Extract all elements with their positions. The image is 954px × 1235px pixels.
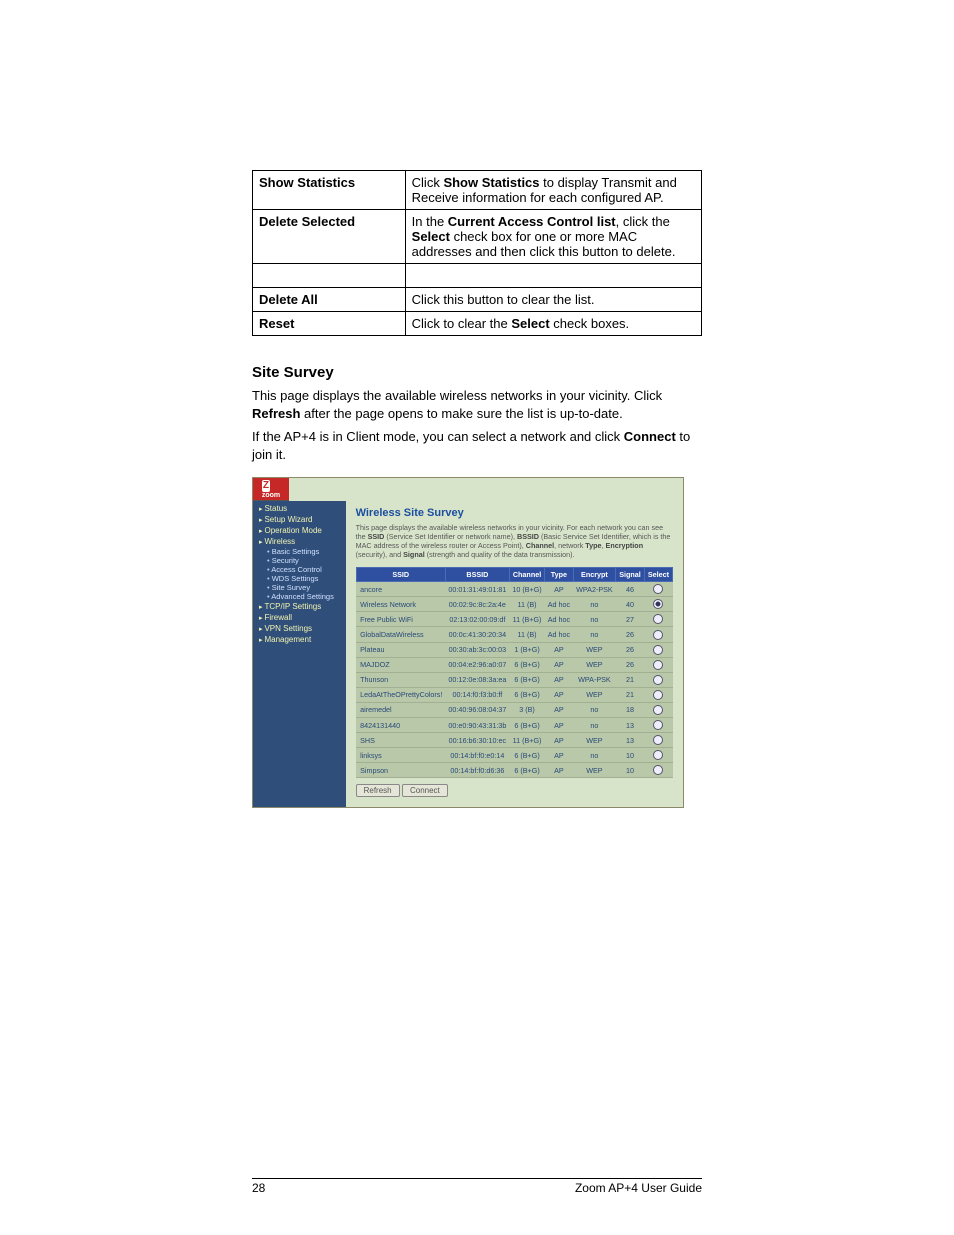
nav-item[interactable]: VPN Settings	[253, 623, 346, 634]
option-description: Click Show Statistics to display Transmi…	[405, 171, 701, 210]
column-header: Channel	[509, 568, 544, 582]
select-radio[interactable]	[644, 733, 672, 748]
options-description-table: Show StatisticsClick Show Statistics to …	[252, 170, 702, 336]
panel-description: This page displays the available wireles…	[356, 523, 673, 559]
network-row: GlobalDataWireless00:0c:41:30:20:3411 (B…	[356, 627, 672, 642]
option-name: Delete Selected	[253, 210, 406, 264]
nav-item[interactable]: Basic Settings	[253, 547, 346, 556]
network-row: linksys00:14:bf:f0:e0:146 (B+G)APno10	[356, 748, 672, 763]
select-radio[interactable]	[644, 748, 672, 763]
column-header: BSSID	[445, 568, 509, 582]
embedded-screenshot: Zzoom StatusSetup WizardOperation ModeWi…	[252, 477, 684, 808]
network-row: ancore00:01:31:49:01:8110 (B+G)APWPA2-PS…	[356, 582, 672, 597]
nav-item[interactable]: Access Control	[253, 565, 346, 574]
select-radio[interactable]	[644, 582, 672, 597]
network-row: Wireless Network00:02:9c:8c:2a:4e11 (B)A…	[356, 597, 672, 612]
select-radio[interactable]	[644, 657, 672, 672]
network-row: Plateau00:30:ab:3c:00:031 (B+G)APWEP26	[356, 642, 672, 657]
select-radio[interactable]	[644, 687, 672, 702]
nav-item[interactable]: Site Survey	[253, 583, 346, 592]
column-header: Signal	[616, 568, 645, 582]
option-name: Delete All	[253, 288, 406, 312]
select-radio[interactable]	[644, 642, 672, 657]
nav-item[interactable]: Operation Mode	[253, 525, 346, 536]
column-header: Encrypt	[573, 568, 616, 582]
footer-title: Zoom AP+4 User Guide	[575, 1181, 702, 1195]
option-description: In the Current Access Control list, clic…	[405, 210, 701, 264]
nav-item[interactable]: Wireless	[253, 536, 346, 547]
nav-item[interactable]: Setup Wizard	[253, 514, 346, 525]
nav-item[interactable]: Security	[253, 556, 346, 565]
column-header: Type	[545, 568, 573, 582]
section-heading-site-survey: Site Survey	[252, 364, 702, 381]
page-footer: 28 Zoom AP+4 User Guide	[252, 1178, 702, 1195]
nav-item[interactable]: WDS Settings	[253, 574, 346, 583]
select-radio[interactable]	[644, 627, 672, 642]
site-survey-results-table: SSIDBSSIDChannelTypeEncryptSignalSelect …	[356, 567, 673, 778]
panel-title: Wireless Site Survey	[356, 507, 673, 519]
nav-item[interactable]: Firewall	[253, 612, 346, 623]
sidebar-nav[interactable]: StatusSetup WizardOperation ModeWireless…	[253, 501, 346, 807]
network-row: airemedel00:40:96:08:04:373 (B)APno18	[356, 702, 672, 717]
nav-item[interactable]: TCP/IP Settings	[253, 601, 346, 612]
select-radio[interactable]	[644, 718, 672, 733]
option-name: Show Statistics	[253, 171, 406, 210]
select-radio[interactable]	[644, 612, 672, 627]
zoom-logo: Zzoom	[253, 478, 289, 501]
nav-item[interactable]: Management	[253, 634, 346, 645]
column-header: Select	[644, 568, 672, 582]
site-survey-paragraph-2: If the AP+4 is in Client mode, you can s…	[252, 428, 702, 463]
select-radio[interactable]	[644, 763, 672, 778]
site-survey-paragraph-1: This page displays the available wireles…	[252, 387, 702, 422]
page-number: 28	[252, 1181, 265, 1195]
option-name: Reset	[253, 312, 406, 336]
network-row: 842413144000:e0:90:43:31:3b6 (B+G)APno13	[356, 718, 672, 733]
network-row: Thunson00:12:0e:08:3a:ea6 (B+G)APWPA-PSK…	[356, 672, 672, 687]
nav-item[interactable]: Advanced Settings	[253, 592, 346, 601]
connect-button[interactable]: Connect	[402, 784, 448, 797]
network-row: SHS00:16:b6:30:10:ec11 (B+G)APWEP13	[356, 733, 672, 748]
select-radio[interactable]	[644, 702, 672, 717]
network-row: Free Public WiFi02:13:02:00:09:df11 (B+G…	[356, 612, 672, 627]
network-row: LedaAtTheOPrettyColors!00:14:f0:f3:b0:ff…	[356, 687, 672, 702]
refresh-button[interactable]: Refresh	[356, 784, 400, 797]
nav-item[interactable]: Status	[253, 503, 346, 514]
option-description: Click this button to clear the list.	[405, 288, 701, 312]
select-radio[interactable]	[644, 672, 672, 687]
option-description: Click to clear the Select check boxes.	[405, 312, 701, 336]
select-radio[interactable]	[644, 597, 672, 612]
network-row: Simpson00:14:bf:f0:d6:366 (B+G)APWEP10	[356, 763, 672, 778]
network-row: MAJDOZ00:04:e2:96:a0:076 (B+G)APWEP26	[356, 657, 672, 672]
column-header: SSID	[356, 568, 445, 582]
